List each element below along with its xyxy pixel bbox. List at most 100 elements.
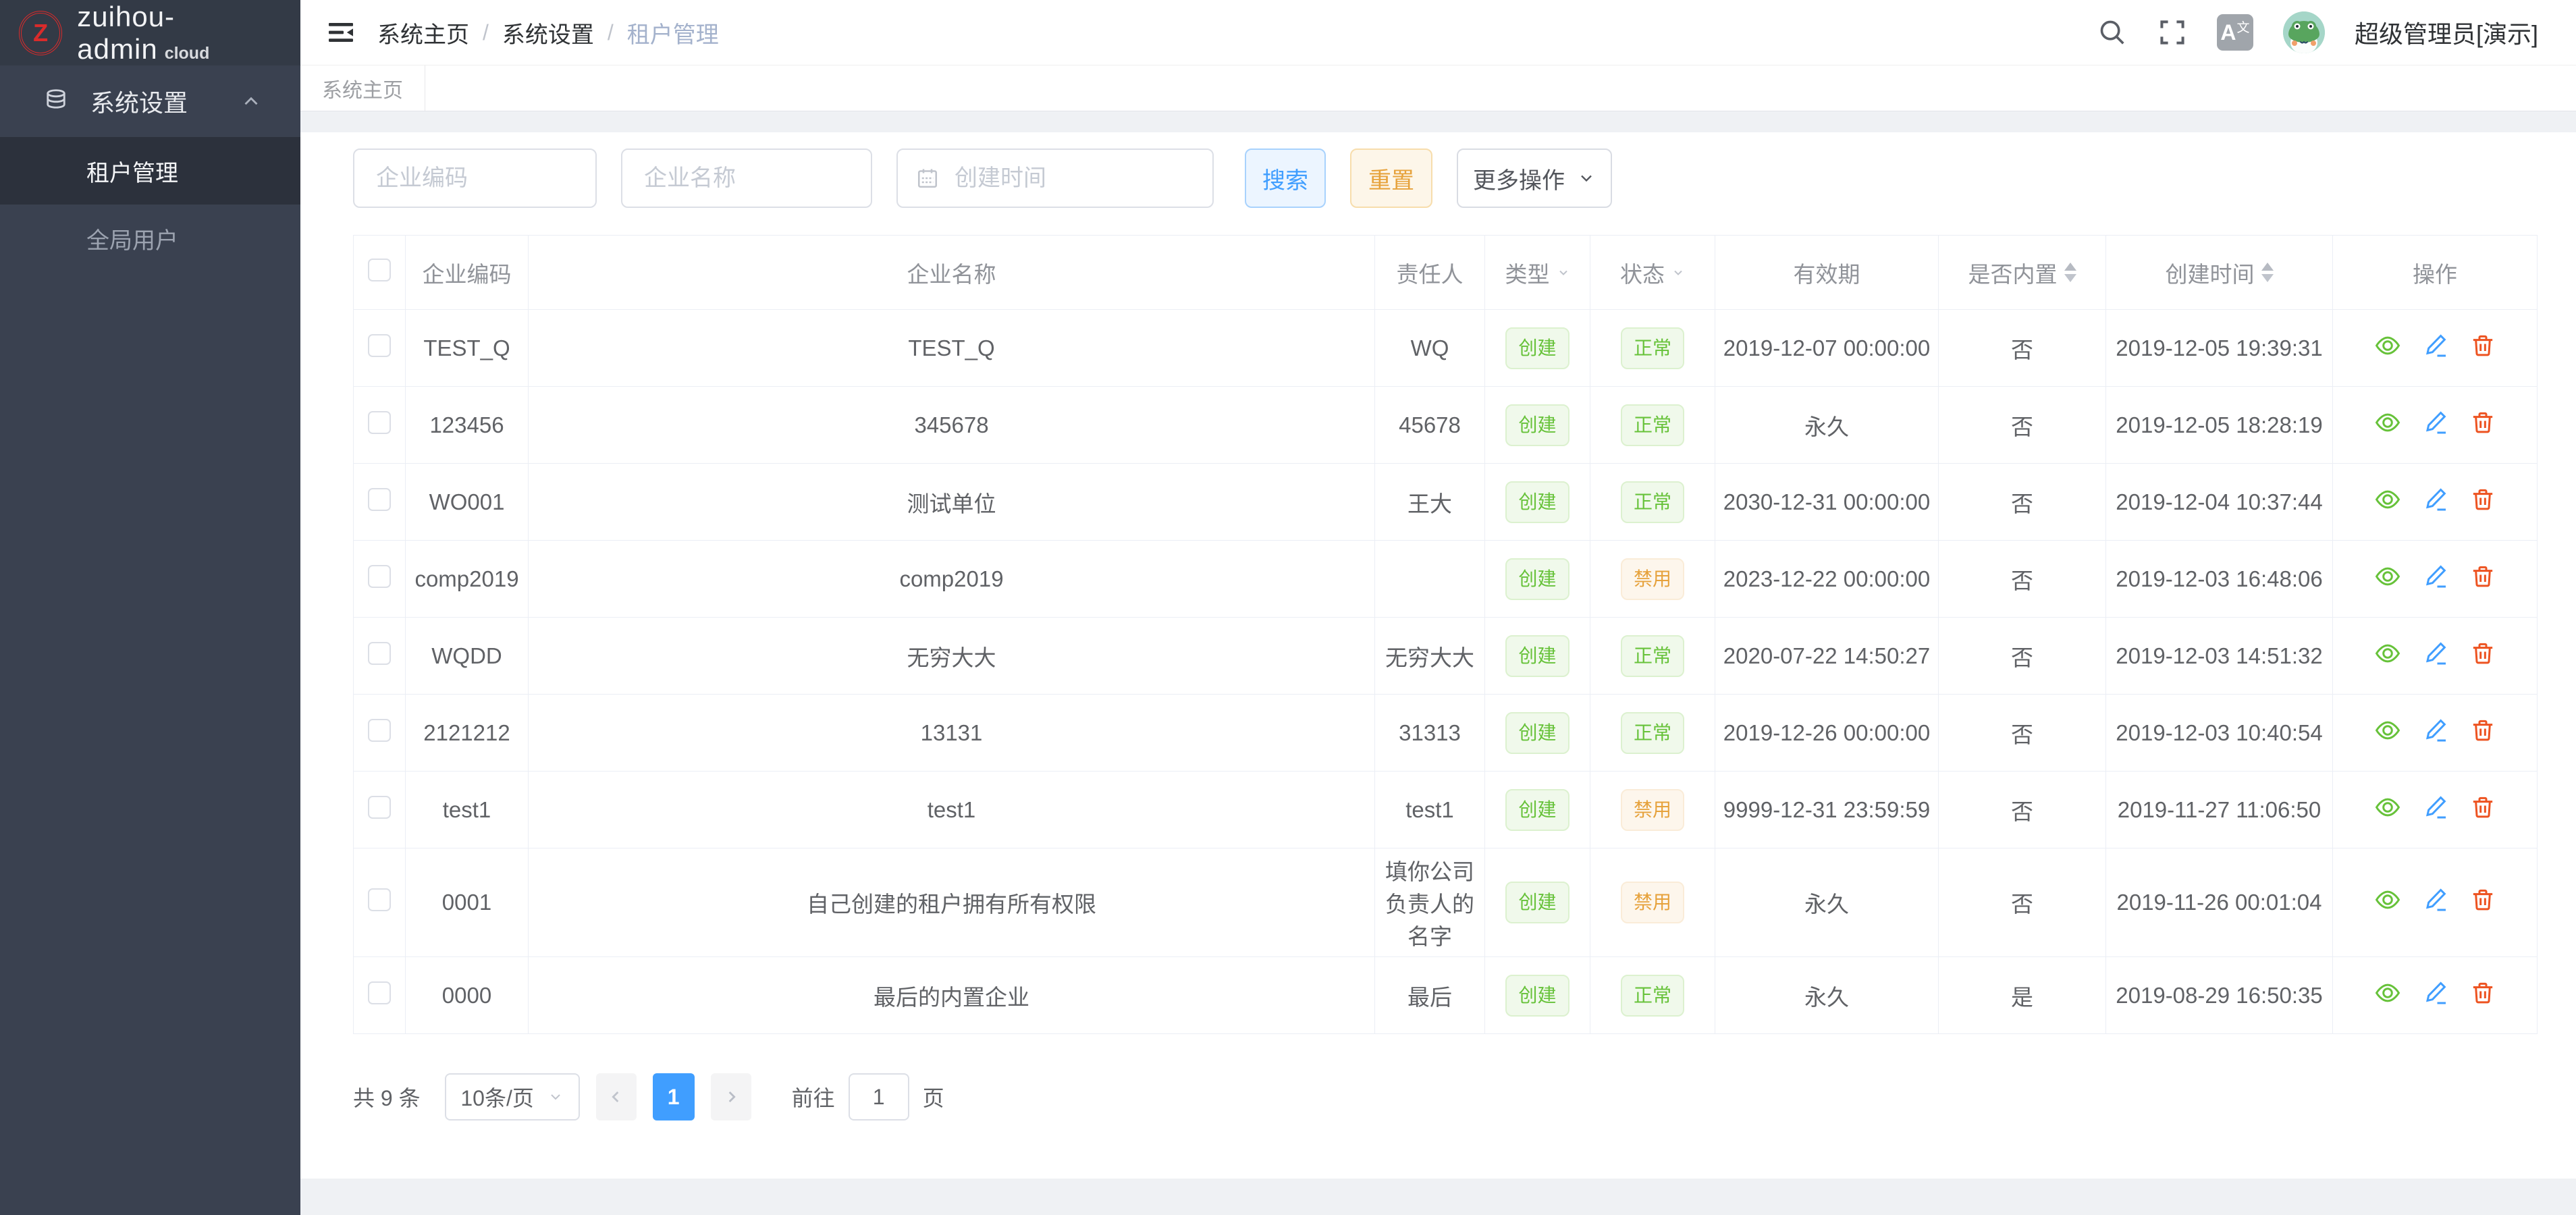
fullscreen-icon[interactable] <box>2157 18 2187 47</box>
view-icon[interactable] <box>2373 639 2402 668</box>
created-time-datepicker[interactable] <box>896 148 1214 208</box>
edit-icon[interactable] <box>2422 640 2449 667</box>
sidebar-group-system-settings[interactable]: 系统设置 <box>0 65 300 137</box>
row-checkbox[interactable] <box>368 642 391 665</box>
cell-status: 正常 <box>1590 957 1715 1034</box>
sort-icon[interactable] <box>2064 263 2076 282</box>
cell-validity: 9999-12-31 23:59:59 <box>1715 772 1939 848</box>
view-icon[interactable] <box>2373 979 2402 1007</box>
page-size-select[interactable]: 10条/页 <box>445 1073 580 1120</box>
type-tag: 创建 <box>1505 712 1569 754</box>
delete-icon[interactable] <box>2469 717 2496 744</box>
view-icon[interactable] <box>2373 886 2402 914</box>
cell-company-code: 0001 <box>406 848 529 957</box>
language-switch-icon[interactable]: A文 <box>2217 14 2253 51</box>
created-time-input[interactable] <box>955 165 1195 192</box>
status-tag: 正常 <box>1621 635 1684 677</box>
row-checkbox[interactable] <box>368 565 391 588</box>
table-row: 21212121313131313创建正常2019-12-26 00:00:00… <box>354 695 2538 772</box>
tenant-panel: 搜索 重置 更多操作 企业编码企业名称责任人类型状态有效期是否内置创建时间操作 … <box>300 132 2576 1179</box>
column-header: 有效期 <box>1715 236 1939 310</box>
row-checkbox[interactable] <box>368 334 391 357</box>
view-icon[interactable] <box>2373 485 2402 514</box>
header-select-all <box>354 236 406 310</box>
delete-icon[interactable] <box>2469 332 2496 359</box>
total-count-label: 共 9 条 <box>353 1081 421 1112</box>
delete-icon[interactable] <box>2469 979 2496 1006</box>
cell-status: 正常 <box>1590 695 1715 772</box>
more-actions-button[interactable]: 更多操作 <box>1457 148 1612 208</box>
sort-icon[interactable] <box>2261 263 2274 282</box>
sidebar-item-tenant-management[interactable]: 租户管理 <box>0 137 300 205</box>
table-row: TEST_QTEST_QWQ创建正常2019-12-07 00:00:00否20… <box>354 310 2538 387</box>
edit-icon[interactable] <box>2422 886 2449 913</box>
delete-icon[interactable] <box>2469 409 2496 436</box>
chevron-up-icon <box>240 90 263 113</box>
cell-validity: 2019-12-07 00:00:00 <box>1715 310 1939 387</box>
avatar[interactable] <box>2283 11 2325 53</box>
sidebar-collapse-button[interactable] <box>300 0 377 65</box>
company-code-input[interactable] <box>353 148 597 208</box>
cell-validity: 2023-12-22 00:00:00 <box>1715 541 1939 618</box>
row-checkbox[interactable] <box>368 488 391 511</box>
view-icon[interactable] <box>2373 331 2402 360</box>
cell-builtin: 是 <box>1939 957 2106 1034</box>
edit-icon[interactable] <box>2422 794 2449 821</box>
tab-system-home[interactable]: 系统主页 <box>300 65 425 111</box>
reset-button[interactable]: 重置 <box>1350 148 1432 208</box>
search-icon[interactable] <box>2097 17 2128 48</box>
edit-icon[interactable] <box>2422 486 2449 513</box>
status-tag: 禁用 <box>1621 558 1684 600</box>
breadcrumb-item-settings[interactable]: 系统设置 <box>502 16 594 49</box>
delete-icon[interactable] <box>2469 886 2496 913</box>
page-number-button[interactable]: 1 <box>653 1073 695 1120</box>
cell-select <box>354 618 406 695</box>
cell-created-time: 2019-12-05 19:39:31 <box>2106 310 2333 387</box>
next-page-button[interactable] <box>711 1073 751 1120</box>
prev-page-button[interactable] <box>596 1073 637 1120</box>
view-icon[interactable] <box>2373 716 2402 745</box>
chevron-left-icon <box>607 1087 626 1106</box>
edit-icon[interactable] <box>2422 979 2449 1006</box>
breadcrumb-item-home[interactable]: 系统主页 <box>377 16 469 49</box>
view-icon[interactable] <box>2373 793 2402 821</box>
cell-validity: 2020-07-22 14:50:27 <box>1715 618 1939 695</box>
cell-created-time: 2019-11-26 00:01:04 <box>2106 848 2333 957</box>
type-tag: 创建 <box>1505 635 1569 677</box>
current-user-name[interactable]: 超级管理员[演示] <box>2355 15 2538 50</box>
edit-icon[interactable] <box>2422 332 2449 359</box>
company-name-input[interactable] <box>621 148 872 208</box>
calendar-icon <box>915 166 940 190</box>
row-checkbox[interactable] <box>368 719 391 742</box>
delete-icon[interactable] <box>2469 794 2496 821</box>
column-header: 责任人 <box>1375 236 1485 310</box>
search-button[interactable]: 搜索 <box>1245 148 1326 208</box>
delete-icon[interactable] <box>2469 640 2496 667</box>
cell-company-code: WO001 <box>406 464 529 541</box>
view-icon[interactable] <box>2373 408 2402 437</box>
delete-icon[interactable] <box>2469 563 2496 590</box>
select-all-checkbox[interactable] <box>368 259 391 281</box>
row-checkbox[interactable] <box>368 888 391 911</box>
cell-select <box>354 957 406 1034</box>
edit-icon[interactable] <box>2422 409 2449 436</box>
cell-actions <box>2333 772 2538 848</box>
edit-icon[interactable] <box>2422 563 2449 590</box>
cell-owner <box>1375 541 1485 618</box>
sidebar-item-global-users[interactable]: 全局用户 <box>0 205 300 272</box>
cell-company-name: 测试单位 <box>529 464 1375 541</box>
cell-actions <box>2333 310 2538 387</box>
row-checkbox[interactable] <box>368 411 391 434</box>
filter-arrow-icon <box>1671 266 1685 279</box>
cell-status: 正常 <box>1590 310 1715 387</box>
row-checkbox[interactable] <box>368 796 391 819</box>
column-header: 操作 <box>2333 236 2538 310</box>
cell-select <box>354 772 406 848</box>
delete-icon[interactable] <box>2469 486 2496 513</box>
view-icon[interactable] <box>2373 562 2402 591</box>
cell-validity: 2030-12-31 00:00:00 <box>1715 464 1939 541</box>
row-checkbox[interactable] <box>368 981 391 1004</box>
edit-icon[interactable] <box>2422 717 2449 744</box>
goto-page-input[interactable] <box>849 1073 909 1120</box>
cell-builtin: 否 <box>1939 618 2106 695</box>
